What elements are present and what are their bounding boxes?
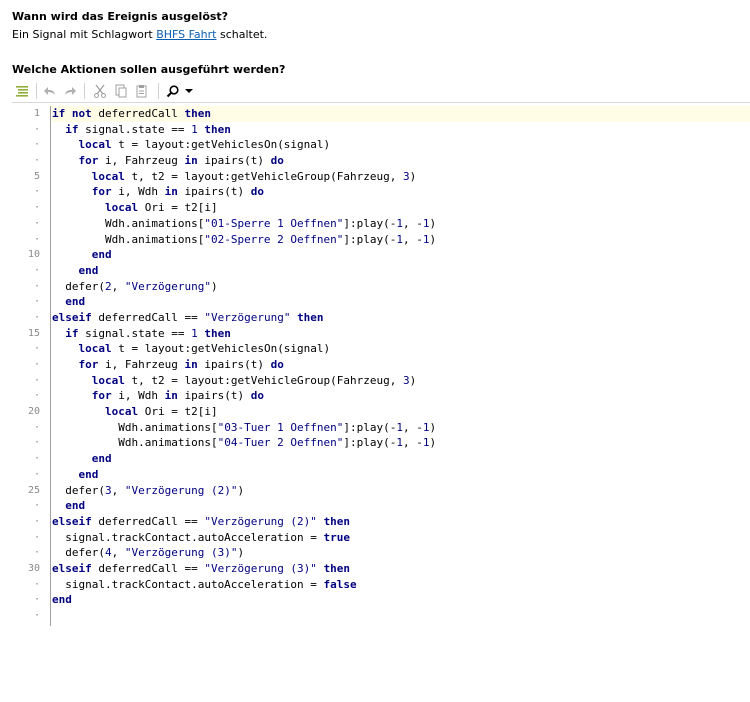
code-line[interactable]: defer(4, "Verzögerung (3)"): [52, 545, 750, 561]
code-line[interactable]: if signal.state == 1 then: [52, 122, 750, 138]
line-number: ·: [33, 123, 40, 135]
line-number: 10: [27, 249, 40, 261]
cut-icon[interactable]: [92, 82, 108, 100]
line-number: ·: [33, 547, 40, 559]
code-line[interactable]: signal.trackContact.autoAcceleration = t…: [52, 530, 750, 546]
code-line[interactable]: [52, 608, 750, 624]
line-number: ·: [33, 610, 40, 621]
code-line[interactable]: local t = layout:getVehiclesOn(signal): [52, 341, 750, 357]
code-line[interactable]: local t = layout:getVehiclesOn(signal): [52, 137, 750, 153]
toolbar-separator: [84, 83, 85, 99]
code-line[interactable]: for i, Wdh in ipairs(t) do: [52, 184, 750, 200]
line-number: ·: [33, 343, 40, 355]
line-number: ·: [33, 233, 40, 245]
code-line[interactable]: Wdh.animations["04-Tuer 2 Oeffnen"]:play…: [52, 435, 750, 451]
line-number: ·: [33, 217, 40, 229]
line-number: ·: [33, 531, 40, 543]
code-line[interactable]: defer(3, "Verzögerung (2)"): [52, 483, 750, 499]
line-number: 20: [27, 406, 40, 418]
code-line[interactable]: elseif deferredCall == "Verzögerung (3)"…: [52, 561, 750, 577]
line-number: 25: [27, 484, 40, 496]
tag-link[interactable]: BHFS Fahrt: [156, 28, 216, 41]
line-number: ·: [33, 186, 40, 198]
line-number: 1: [33, 108, 40, 119]
toolbar-separator: [36, 83, 37, 99]
line-number: ·: [33, 202, 40, 214]
line-number: ·: [33, 296, 40, 308]
line-number: ·: [33, 390, 40, 402]
code-line[interactable]: end: [52, 294, 750, 310]
code-line[interactable]: for i, Fahrzeug in ipairs(t) do: [52, 357, 750, 373]
code-line[interactable]: end: [52, 467, 750, 483]
code-line[interactable]: end: [52, 247, 750, 263]
line-number: ·: [33, 515, 40, 527]
line-number: ·: [33, 374, 40, 386]
code-line[interactable]: local t, t2 = layout:getVehicleGroup(Fah…: [52, 169, 750, 185]
code-line[interactable]: signal.trackContact.autoAcceleration = f…: [52, 577, 750, 593]
line-number: ·: [33, 311, 40, 323]
code-line[interactable]: local t, t2 = layout:getVehicleGroup(Fah…: [52, 373, 750, 389]
line-number: 5: [33, 170, 40, 182]
code-line[interactable]: if not deferredCall then: [52, 106, 750, 122]
line-number: ·: [33, 264, 40, 276]
code-line[interactable]: end: [52, 498, 750, 514]
trigger-heading: Wann wird das Ereignis ausgelöst?: [12, 10, 229, 23]
code-line[interactable]: defer(2, "Verzögerung"): [52, 279, 750, 295]
code-line[interactable]: elseif deferredCall == "Verzögerung (2)"…: [52, 514, 750, 530]
code-editor[interactable]: 1 · · · 5 · · · · 10 · · · · 15 · · · · 20 · · · · 25 · · · · 30 · · · i…: [12, 106, 750, 626]
format-icon[interactable]: [14, 82, 30, 100]
editor-toolbar: [12, 80, 750, 103]
line-number: ·: [33, 468, 40, 480]
line-number: ·: [33, 453, 40, 465]
copy-icon[interactable]: [113, 82, 129, 100]
code-line[interactable]: Wdh.animations["01-Sperre 1 Oeffnen"]:pl…: [52, 216, 750, 232]
line-number: ·: [33, 155, 40, 167]
code-line[interactable]: elseif deferredCall == "Verzögerung" the…: [52, 310, 750, 326]
trigger-description: Ein Signal mit Schlagwort BHFS Fahrt sch…: [12, 28, 267, 41]
toolbar-separator: [158, 83, 159, 99]
trigger-text-prefix: Ein Signal mit Schlagwort: [12, 28, 157, 41]
line-number: 30: [27, 562, 40, 574]
code-line[interactable]: if signal.state == 1 then: [52, 326, 750, 342]
search-icon[interactable]: [165, 82, 181, 100]
line-number: ·: [33, 359, 40, 370]
code-line[interactable]: local Ori = t2[i]: [52, 200, 750, 216]
code-area[interactable]: if not deferredCall then if signal.state…: [52, 106, 750, 624]
code-line[interactable]: end: [52, 263, 750, 279]
dropdown-arrow-icon[interactable]: [184, 82, 194, 100]
trigger-text-suffix: schaltet.: [216, 28, 268, 41]
code-line[interactable]: for i, Wdh in ipairs(t) do: [52, 388, 750, 404]
code-line[interactable]: local Ori = t2[i]: [52, 404, 750, 420]
line-number: ·: [33, 594, 40, 606]
code-line[interactable]: for i, Fahrzeug in ipairs(t) do: [52, 153, 750, 169]
line-number: ·: [33, 500, 40, 512]
code-line[interactable]: Wdh.animations["03-Tuer 1 Oeffnen"]:play…: [52, 420, 750, 436]
paste-icon[interactable]: [134, 82, 150, 100]
undo-icon[interactable]: [42, 82, 58, 100]
line-number: ·: [33, 139, 40, 151]
code-line[interactable]: end: [52, 592, 750, 608]
redo-icon[interactable]: [62, 82, 78, 100]
line-number: ·: [33, 421, 40, 433]
code-line[interactable]: Wdh.animations["02-Sperre 2 Oeffnen"]:pl…: [52, 232, 750, 248]
line-number: 15: [27, 327, 40, 339]
actions-heading: Welche Aktionen sollen ausgeführt werden…: [12, 63, 286, 76]
line-number: ·: [33, 437, 40, 449]
line-number-gutter: 1 · · · 5 · · · · 10 · · · · 15 · · · · 20 · · · · 25 · · · · 30 · · ·: [12, 106, 51, 626]
code-line[interactable]: end: [52, 451, 750, 467]
line-number: ·: [33, 280, 40, 292]
line-number: ·: [33, 578, 40, 590]
